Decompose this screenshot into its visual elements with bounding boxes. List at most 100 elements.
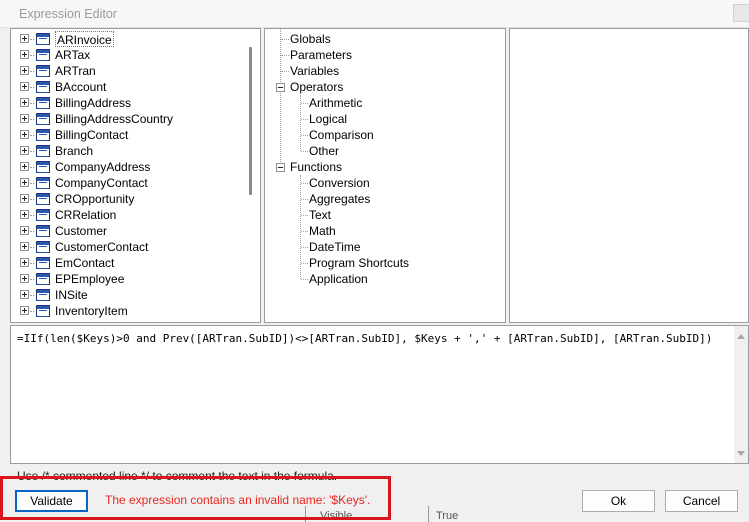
fields-tree-panel[interactable]: ARInvoice ARTax ARTran BAccount BillingAddre… (10, 28, 261, 323)
expand-icon[interactable] (20, 306, 29, 315)
tree-item-arithmetic[interactable]: Arithmetic (309, 95, 362, 111)
expand-icon[interactable] (20, 210, 29, 219)
tree-guide-line (281, 39, 289, 40)
scroll-up-icon[interactable] (737, 334, 745, 339)
tree-guide-line (301, 151, 308, 152)
table-icon (36, 65, 50, 77)
expression-input[interactable]: =IIf(len($Keys)>0 and Prev([ARTran.SubID… (10, 325, 749, 464)
field-tree-label: CompanyContact (55, 176, 148, 190)
field-tree-label: BillingContact (55, 128, 129, 142)
table-icon (36, 289, 50, 301)
operators-tree-panel[interactable]: Globals Parameters Variables Operators A… (264, 28, 506, 323)
field-tree-item[interactable]: BAccount (11, 79, 247, 95)
table-icon (36, 33, 50, 45)
tree-guide-line (30, 247, 34, 248)
field-tree-item[interactable]: EPEmployee (11, 271, 247, 287)
tree-item-globals[interactable]: Globals (290, 31, 331, 47)
expand-icon[interactable] (20, 114, 29, 123)
expand-icon[interactable] (20, 274, 29, 283)
field-tree-item[interactable]: ARInvoice (11, 31, 247, 47)
field-tree-label: InventoryItem (55, 304, 128, 318)
tree-guide-line (301, 215, 308, 216)
tree-item-operators[interactable]: Operators (290, 79, 343, 95)
table-icon (36, 257, 50, 269)
tree-guide-line (30, 135, 34, 136)
tree-guide-line (301, 103, 308, 104)
expand-icon[interactable] (20, 178, 29, 187)
cancel-button[interactable]: Cancel (665, 490, 738, 512)
tree-item-program-shortcuts[interactable]: Program Shortcuts (309, 255, 409, 271)
tree-item-comparison[interactable]: Comparison (309, 127, 374, 143)
field-tree-label: CompanyAddress (55, 160, 151, 174)
tree-guide-line (301, 183, 308, 184)
ok-button[interactable]: Ok (582, 490, 655, 512)
field-tree-item[interactable]: BillingContact (11, 127, 247, 143)
field-tree-item[interactable]: ARTran (11, 63, 247, 79)
tree-guide-line (30, 167, 34, 168)
field-tree-item[interactable]: CRRelation (11, 207, 247, 223)
tree-guide-line (281, 71, 289, 72)
table-icon (36, 177, 50, 189)
table-icon (36, 97, 50, 109)
expand-icon[interactable] (20, 226, 29, 235)
tree-item-aggregates[interactable]: Aggregates (309, 191, 370, 207)
tree-item-datetime[interactable]: DateTime (309, 239, 361, 255)
title-bar: Expression Editor (0, 0, 749, 28)
expand-icon[interactable] (20, 82, 29, 91)
field-tree-item[interactable]: Branch (11, 143, 247, 159)
tree-guide-line (301, 247, 308, 248)
table-icon (36, 209, 50, 221)
tree-item-other[interactable]: Other (309, 143, 339, 159)
field-tree-item[interactable]: CompanyContact (11, 175, 247, 191)
table-icon (36, 113, 50, 125)
background-true-label: True (436, 510, 459, 522)
tree-item-conversion[interactable]: Conversion (309, 175, 370, 191)
field-tree-item[interactable]: InventoryItem (11, 303, 247, 319)
expand-icon[interactable] (20, 146, 29, 155)
close-button[interactable] (733, 4, 749, 22)
field-tree-item[interactable]: BillingAddressCountry (11, 111, 247, 127)
expand-icon[interactable] (20, 194, 29, 203)
field-tree-item[interactable]: INSite (11, 287, 247, 303)
collapse-functions-icon[interactable] (276, 163, 285, 172)
field-tree-label: CROpportunity (55, 192, 135, 206)
table-icon (36, 129, 50, 141)
field-tree-item[interactable]: CROpportunity (11, 191, 247, 207)
table-icon (36, 225, 50, 237)
tree-item-logical[interactable]: Logical (309, 111, 347, 127)
tree-item-application[interactable]: Application (309, 271, 368, 287)
collapse-operators-icon[interactable] (276, 83, 285, 92)
field-tree-item[interactable]: ARTax (11, 47, 247, 63)
background-divider (428, 506, 429, 522)
tree-item-variables[interactable]: Variables (290, 63, 339, 79)
field-tree-item[interactable]: CustomerContact (11, 239, 247, 255)
field-tree-item[interactable]: BillingAddress (11, 95, 247, 111)
table-icon (36, 193, 50, 205)
tree-item-text[interactable]: Text (309, 207, 331, 223)
expand-icon[interactable] (20, 98, 29, 107)
tree-item-parameters[interactable]: Parameters (290, 47, 352, 63)
scroll-down-icon[interactable] (737, 451, 745, 456)
field-tree-label: INSite (55, 288, 88, 302)
tree-guide-line (281, 55, 289, 56)
tree-guide-line (30, 119, 34, 120)
table-icon (36, 305, 50, 317)
expand-icon[interactable] (20, 50, 29, 59)
fields-scrollbar-thumb[interactable] (249, 47, 252, 195)
expand-icon[interactable] (20, 242, 29, 251)
expand-icon[interactable] (20, 290, 29, 299)
field-tree-item[interactable]: Customer (11, 223, 247, 239)
tree-guide-line (30, 87, 34, 88)
field-tree-item[interactable]: EmContact (11, 255, 247, 271)
tree-item-math[interactable]: Math (309, 223, 336, 239)
expand-icon[interactable] (20, 66, 29, 75)
tree-item-functions[interactable]: Functions (290, 159, 342, 175)
expand-icon[interactable] (20, 258, 29, 267)
field-tree-item[interactable]: CompanyAddress (11, 159, 247, 175)
expand-icon[interactable] (20, 162, 29, 171)
table-icon (36, 81, 50, 93)
expand-icon[interactable] (20, 130, 29, 139)
tree-guide-line (301, 199, 308, 200)
expression-scrollbar[interactable] (734, 326, 748, 463)
expand-icon[interactable] (20, 34, 29, 43)
